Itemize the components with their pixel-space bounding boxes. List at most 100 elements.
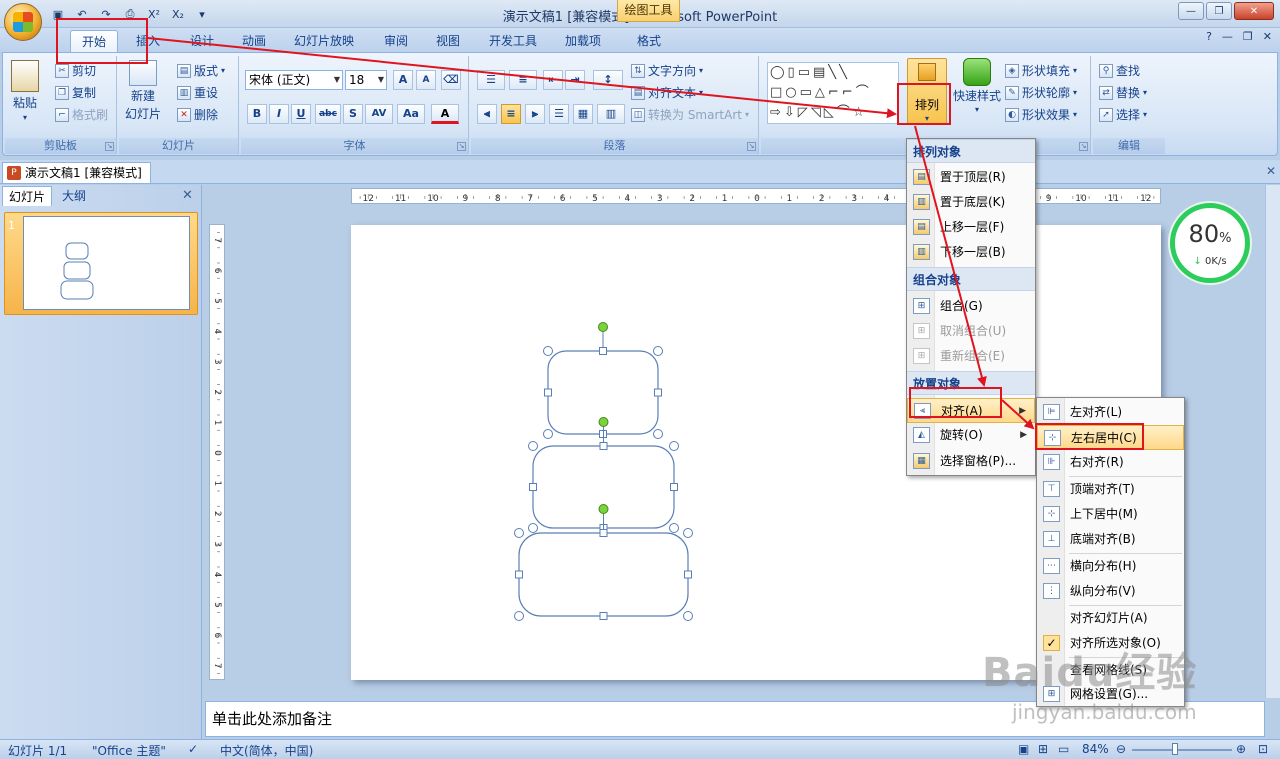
paragraph-launcher-icon[interactable]: ↘ xyxy=(747,142,756,151)
decrease-indent-icon[interactable]: ⇤ xyxy=(543,70,563,90)
normal-view-icon[interactable]: ▣ xyxy=(1018,742,1029,756)
menu-align-bottom[interactable]: ⊥ 底端对齐(B) xyxy=(1037,527,1184,552)
status-language[interactable]: 中文(简体，中国) xyxy=(220,742,313,759)
tab-outline[interactable]: 大纲 xyxy=(56,186,92,206)
corner-resize-handle[interactable] xyxy=(669,441,679,451)
vertical-ruler[interactable]: 765432101234567 xyxy=(209,224,225,680)
fit-slide-icon[interactable]: ⊡ xyxy=(1258,742,1268,756)
zoom-in-icon[interactable]: ⊕ xyxy=(1236,742,1246,756)
zoom-slider-thumb[interactable] xyxy=(1172,743,1178,755)
tab-slideshow[interactable]: 幻灯片放映 xyxy=(288,30,360,52)
line-spacing-icon[interactable]: ↕ xyxy=(593,70,623,90)
replace-button[interactable]: ⇄ 替换 ▾ xyxy=(1099,84,1147,101)
menu-selection-pane[interactable]: ▦ 选择窗格(P)... xyxy=(907,449,1035,474)
office-button[interactable] xyxy=(4,3,42,41)
status-theme[interactable]: "Office 主题" xyxy=(92,742,166,759)
corner-resize-handle[interactable] xyxy=(653,346,663,356)
font-size-combo[interactable]: 18 ▼ xyxy=(345,70,387,90)
drawing-launcher-icon[interactable]: ↘ xyxy=(1079,142,1088,151)
menu-distribute-horizontally[interactable]: ⋯ 横向分布(H) xyxy=(1037,554,1184,579)
tab-developer[interactable]: 开发工具 xyxy=(482,30,544,52)
shape-outline-button[interactable]: ✎ 形状轮廓 ▾ xyxy=(1005,84,1077,101)
new-slide-button[interactable]: 新建 幻灯片 xyxy=(125,60,161,122)
menu-align-top[interactable]: ⊤ 顶端对齐(T) xyxy=(1037,477,1184,502)
close-button[interactable]: ✕ xyxy=(1234,2,1274,20)
numbering-icon[interactable]: ≡ xyxy=(509,70,537,90)
align-text-button[interactable]: ▤ 对齐文本 ▾ xyxy=(631,84,703,101)
corner-resize-handle[interactable] xyxy=(683,611,693,621)
find-button[interactable]: ⚲ 查找 xyxy=(1099,62,1140,79)
copy-button[interactable]: ❐ 复制 xyxy=(55,84,96,101)
cut-button[interactable]: ✂ 剪切 xyxy=(55,62,96,79)
side-resize-handle[interactable] xyxy=(670,483,678,491)
side-resize-handle[interactable] xyxy=(654,388,662,397)
strikethrough-button[interactable]: abc xyxy=(315,104,341,124)
align-left-icon[interactable]: ⫷ xyxy=(477,104,497,124)
menu-send-backward[interactable]: ▥ 下移一层(B) xyxy=(907,240,1035,265)
align-center-icon[interactable]: ≡ xyxy=(501,104,521,124)
underline-button[interactable]: U xyxy=(291,104,311,124)
layout-button[interactable]: ▤ 版式 ▾ xyxy=(177,62,225,79)
bold-button[interactable]: B xyxy=(247,104,267,124)
side-resize-handle[interactable] xyxy=(599,529,608,537)
align-right-icon[interactable]: ⫸ xyxy=(525,104,545,124)
menu-ungroup[interactable]: ⊞ 取消组合(U) xyxy=(907,319,1035,344)
corner-resize-handle[interactable] xyxy=(669,523,679,533)
corner-resize-handle[interactable] xyxy=(514,611,524,621)
rotation-handle[interactable] xyxy=(598,504,609,514)
menu-group[interactable]: ⊞ 组合(G) xyxy=(907,294,1035,319)
ribbon-restore-icon[interactable]: ❐ xyxy=(1243,30,1253,43)
justify-icon[interactable]: ☰ xyxy=(549,104,569,124)
tab-addins[interactable]: 加载项 xyxy=(558,30,608,52)
corner-resize-handle[interactable] xyxy=(653,429,663,439)
italic-button[interactable]: I xyxy=(269,104,289,124)
side-resize-handle[interactable] xyxy=(599,612,608,620)
spell-check-icon[interactable]: ✓ xyxy=(188,742,198,756)
slide-sorter-icon[interactable]: ⊞ xyxy=(1038,742,1048,756)
slide-thumbnail[interactable] xyxy=(23,216,190,310)
corner-resize-handle[interactable] xyxy=(543,346,553,356)
tab-design[interactable]: 设计 xyxy=(182,30,222,52)
side-resize-handle[interactable] xyxy=(684,570,692,579)
minimize-button[interactable]: — xyxy=(1178,2,1204,20)
convert-smartart-button[interactable]: ◫ 转换为 SmartArt ▾ xyxy=(631,106,749,123)
menu-align-right[interactable]: ⊪ 右对齐(R) xyxy=(1037,450,1184,475)
paste-button[interactable]: 粘贴 ▾ xyxy=(11,60,39,122)
change-case-button[interactable]: Aa xyxy=(397,104,425,124)
help-icon[interactable]: ? xyxy=(1206,30,1212,43)
shadow-button[interactable]: S xyxy=(343,104,363,124)
rotation-handle[interactable] xyxy=(598,417,609,427)
document-close-icon[interactable]: ✕ xyxy=(1266,164,1276,178)
zoom-slider[interactable] xyxy=(1132,749,1232,751)
tab-slides-thumbnails[interactable]: 幻灯片 xyxy=(2,186,53,206)
menu-align-left[interactable]: ⊫ 左对齐(L) xyxy=(1037,400,1184,425)
tab-animations[interactable]: 动画 xyxy=(234,30,274,52)
bullets-icon[interactable]: ☰ xyxy=(477,70,505,90)
pane-close-icon[interactable]: ✕ xyxy=(182,188,193,203)
side-resize-handle[interactable] xyxy=(544,388,552,397)
delete-slide-button[interactable]: ✕ 删除 xyxy=(177,106,218,123)
increase-indent-icon[interactable]: ⇥ xyxy=(565,70,585,90)
shape-fill-button[interactable]: ◈ 形状填充 ▾ xyxy=(1005,62,1077,79)
rounded-rectangle-bottom[interactable] xyxy=(518,532,689,617)
reset-button[interactable]: ▥ 重设 xyxy=(177,84,218,101)
char-spacing-button[interactable]: AV xyxy=(365,104,393,124)
document-tab[interactable]: P 演示文稿1 [兼容模式] xyxy=(2,162,151,183)
columns-icon[interactable]: ▥ xyxy=(597,104,625,124)
text-direction-button[interactable]: ⇅ 文字方向 ▾ xyxy=(631,62,703,79)
corner-resize-handle[interactable] xyxy=(528,523,538,533)
vertical-scrollbar[interactable] xyxy=(1265,185,1280,698)
format-painter-button[interactable]: ⌐ 格式刷 xyxy=(55,106,108,123)
corner-resize-handle[interactable] xyxy=(514,528,524,538)
shapes-gallery[interactable]: ◯▯▭▤╲╲ □○▭△⌐⌐⌒ ⇨⇩◸◹◺⌒☆ xyxy=(767,62,899,124)
slideshow-view-icon[interactable]: ▭ xyxy=(1058,742,1069,756)
font-launcher-icon[interactable]: ↘ xyxy=(457,142,466,151)
menu-bring-forward[interactable]: ▤ 上移一层(F) xyxy=(907,215,1035,240)
side-resize-handle[interactable] xyxy=(599,442,608,450)
ribbon-minimize-icon[interactable]: — xyxy=(1222,30,1233,43)
corner-resize-handle[interactable] xyxy=(528,441,538,451)
clipboard-launcher-icon[interactable]: ↘ xyxy=(105,142,114,151)
maximize-button[interactable]: ❐ xyxy=(1206,2,1232,20)
distributed-icon[interactable]: ▦ xyxy=(573,104,593,124)
side-resize-handle[interactable] xyxy=(529,483,537,491)
